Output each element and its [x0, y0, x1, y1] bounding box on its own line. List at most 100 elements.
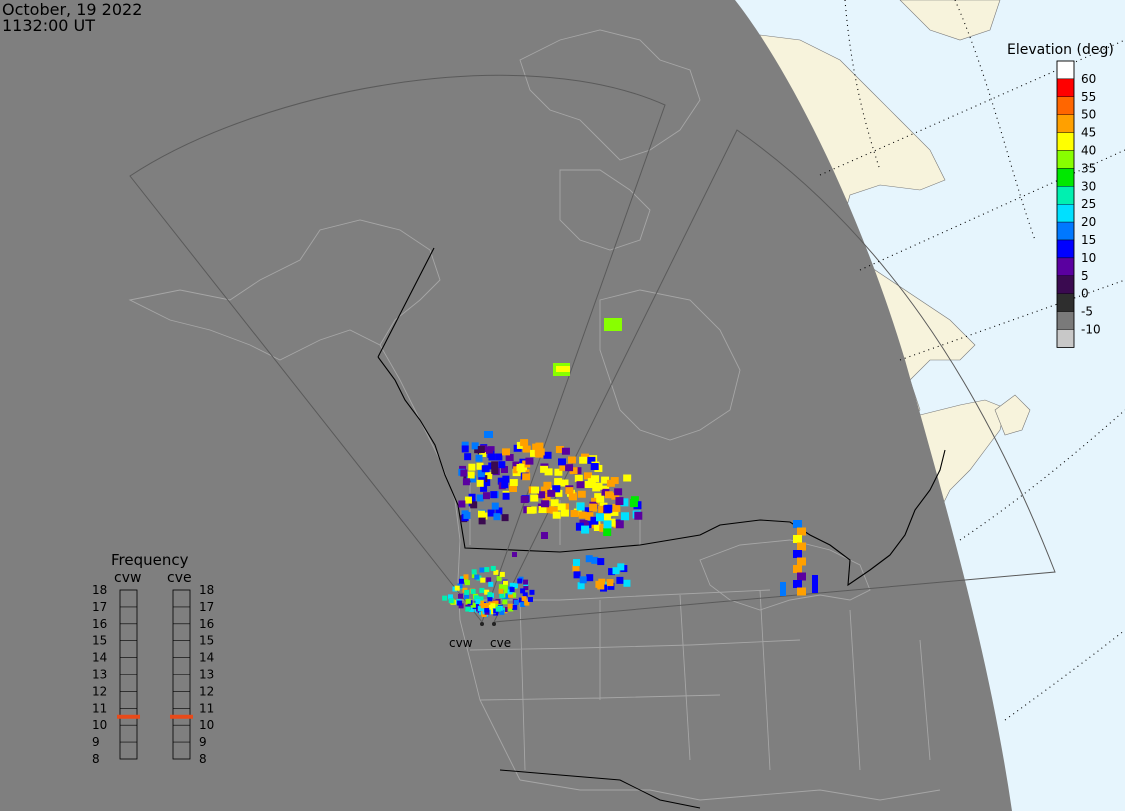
- scatter-cell: [550, 499, 559, 507]
- scatter-cell: [520, 495, 529, 503]
- elevation-legend-title: Elevation (deg): [1007, 42, 1114, 58]
- scatter-cell: [483, 603, 489, 609]
- scatter-cell: [502, 492, 510, 500]
- scatter-cell: [793, 580, 802, 588]
- scatter-cell: [585, 555, 593, 563]
- scatter-cell: [561, 447, 570, 455]
- scatter-cell: [513, 599, 519, 605]
- map-view: cvw cve Elevation (deg) 60 55 50 45 40 35 30 25…: [0, 0, 1125, 811]
- legend-tick-label: 55: [1081, 90, 1096, 104]
- scatter-cell: [574, 474, 583, 482]
- frequency-column-cvw: cvw: [114, 570, 141, 586]
- frequency-tick-label: 8: [92, 752, 100, 766]
- scatter-cell: [491, 467, 499, 475]
- scatter-cell: [484, 567, 490, 573]
- legend-swatch: [1056, 293, 1075, 312]
- scatter-cell: [498, 588, 504, 594]
- scatter-cell: [793, 520, 802, 528]
- scatter-cell: [509, 479, 518, 487]
- scatter-cell: [595, 513, 604, 522]
- scatter-cell: [547, 489, 556, 497]
- scatter-cell: [491, 502, 499, 510]
- legend-tick-label: 40: [1081, 144, 1096, 158]
- scatter-cell: [521, 596, 527, 602]
- scatter-cell: [579, 576, 587, 584]
- frequency-tick-label: 8: [199, 752, 207, 766]
- frequency-tick-label: 17: [199, 600, 214, 614]
- scatter-cell: [610, 477, 619, 485]
- scatter-cell: [573, 559, 581, 567]
- scatter-cell: [517, 578, 523, 584]
- scatter-cell: [448, 598, 454, 604]
- scatter-cell: [590, 463, 599, 471]
- legend-swatch-top: [1056, 60, 1075, 80]
- scatter-cell: [570, 510, 579, 518]
- legend-swatch: [1056, 132, 1075, 151]
- scatter-cell: [573, 571, 581, 579]
- scatter-cell: [634, 511, 643, 520]
- scatter-cell: [604, 318, 622, 331]
- scatter-cell: [463, 574, 469, 580]
- scatter-cell: [812, 575, 818, 593]
- scatter-cell: [797, 572, 806, 581]
- scatter-cell: [523, 579, 529, 585]
- scatter-cell: [793, 550, 802, 558]
- scatter-cell: [530, 494, 539, 502]
- scatter-cell: [793, 565, 802, 573]
- scatter-cell: [586, 574, 594, 582]
- legend-swatch: [1056, 168, 1075, 187]
- scatter-cell: [581, 525, 590, 534]
- scatter-cell: [556, 366, 570, 372]
- frequency-marker: [170, 714, 193, 719]
- legend-swatch: [1056, 203, 1075, 223]
- scatter-cell: [457, 593, 463, 599]
- frequency-tick-label: 13: [199, 668, 214, 682]
- scatter-cell: [617, 563, 625, 571]
- scatter-cell: [502, 584, 508, 590]
- scatter-cell: [490, 491, 498, 499]
- frequency-tick-label: 11: [92, 701, 107, 715]
- legend-tick-label: 15: [1081, 233, 1096, 247]
- scatter-cell: [493, 513, 501, 521]
- scatter-cell: [531, 486, 540, 494]
- scatter-cell: [471, 442, 479, 450]
- scatter-cell: [475, 599, 481, 605]
- legend-swatch: [1056, 275, 1075, 294]
- frequency-tick-label: 18: [199, 583, 214, 597]
- scatter-cell: [470, 588, 476, 594]
- scatter-cell: [589, 503, 598, 512]
- legend-tick-label: 60: [1081, 72, 1096, 86]
- scatter-cell: [616, 576, 624, 584]
- scatter-cell: [501, 514, 509, 522]
- frequency-tick-label: 10: [92, 718, 107, 732]
- scatter-cell: [621, 512, 630, 521]
- scatter-cell: [520, 439, 529, 447]
- scatter-cell: [465, 598, 471, 604]
- scatter-cell: [797, 587, 806, 596]
- scatter-cell: [495, 453, 503, 461]
- scatter-cell: [464, 594, 470, 600]
- scatter-cell: [568, 493, 577, 501]
- frequency-tick-label: 11: [199, 701, 214, 715]
- scatter-cell: [543, 451, 552, 459]
- scatter-cell: [592, 484, 601, 492]
- scatter-cell: [477, 446, 485, 454]
- legend-swatch: [1056, 221, 1075, 241]
- scatter-cell: [606, 579, 614, 587]
- scatter-cell: [463, 511, 471, 519]
- scatter-cell: [597, 558, 605, 566]
- scatter-cell: [604, 504, 613, 513]
- frequency-marker: [117, 714, 140, 719]
- legend-swatch: [1056, 78, 1075, 98]
- legend-tick-label: 5: [1081, 269, 1089, 283]
- scatter-cell: [486, 577, 492, 583]
- frequency-tick-label: 10: [199, 718, 214, 732]
- scatter-cell: [567, 456, 576, 464]
- scatter-cell: [552, 511, 561, 519]
- scatter-cell: [525, 457, 534, 465]
- legend-tick-label: 25: [1081, 197, 1096, 211]
- radar-label-cvw: cvw: [449, 636, 473, 650]
- legend-swatch: [1056, 114, 1075, 133]
- scatter-cell: [461, 445, 469, 453]
- legend-swatch: [1056, 150, 1075, 169]
